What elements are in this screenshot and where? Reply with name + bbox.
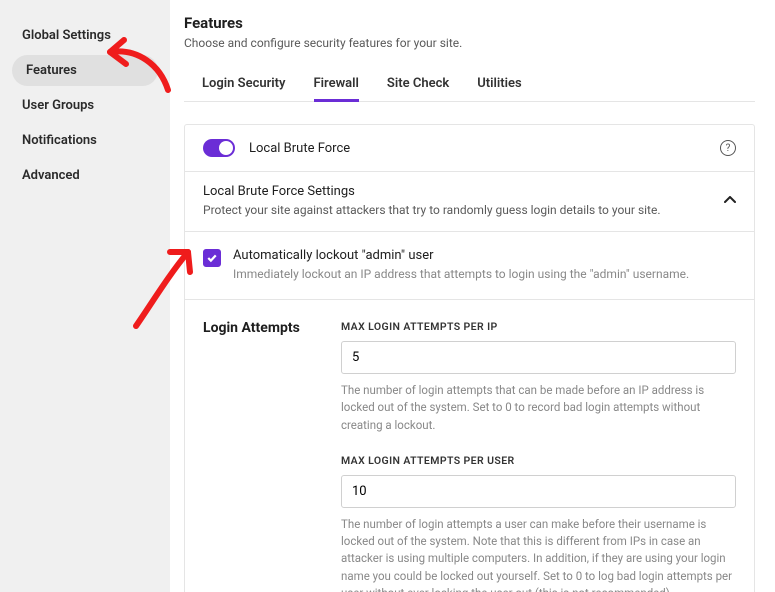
- settings-title: Local Brute Force Settings: [203, 184, 712, 199]
- page-title: Features: [184, 14, 755, 32]
- tab-label: Firewall: [314, 76, 359, 91]
- tab-firewall[interactable]: Firewall: [314, 68, 359, 101]
- feature-tabs: Login Security Firewall Site Check Utili…: [184, 68, 755, 102]
- sidebar-item-notifications[interactable]: Notifications: [0, 123, 170, 158]
- max-attempts-user-input[interactable]: [341, 475, 736, 508]
- page-subtitle: Choose and configure security features f…: [184, 36, 755, 50]
- sidebar-item-label: Advanced: [22, 168, 80, 183]
- settings-desc: Protect your site against attackers that…: [203, 203, 712, 217]
- tab-label: Utilities: [477, 76, 521, 91]
- sidebar-item-global-settings[interactable]: Global Settings: [0, 18, 170, 53]
- settings-header[interactable]: Local Brute Force Settings Protect your …: [185, 171, 754, 232]
- field-help: The number of login attempts a user can …: [341, 516, 736, 592]
- section-title: Login Attempts: [203, 320, 313, 592]
- login-attempts-section: Login Attempts MAX LOGIN ATTEMPTS PER IP…: [185, 299, 754, 592]
- panel-header: Local Brute Force ?: [185, 125, 754, 171]
- field-max-attempts-user: MAX LOGIN ATTEMPTS PER USER The number o…: [341, 454, 736, 592]
- feature-toggle-label: Local Brute Force: [249, 141, 706, 156]
- sidebar-item-features[interactable]: Features: [12, 55, 158, 86]
- tab-login-security[interactable]: Login Security: [202, 68, 286, 101]
- sidebar-item-label: User Groups: [22, 98, 94, 113]
- help-icon[interactable]: ?: [720, 140, 736, 156]
- feature-toggle[interactable]: [203, 139, 235, 157]
- sidebar-item-label: Global Settings: [22, 28, 111, 43]
- tab-label: Login Security: [202, 76, 286, 91]
- field-help: The number of login attempts that can be…: [341, 382, 736, 434]
- sidebar-item-user-groups[interactable]: User Groups: [0, 88, 170, 123]
- main-panel: Features Choose and configure security f…: [170, 0, 775, 592]
- field-label: MAX LOGIN ATTEMPTS PER USER: [341, 454, 736, 467]
- field-label: MAX LOGIN ATTEMPTS PER IP: [341, 320, 736, 333]
- sidebar-item-label: Features: [26, 63, 77, 78]
- sidebar-item-advanced[interactable]: Advanced: [0, 158, 170, 193]
- chevron-up-icon: [724, 193, 736, 208]
- feature-panel: Local Brute Force ? Local Brute Force Se…: [184, 124, 755, 592]
- max-attempts-ip-input[interactable]: [341, 341, 736, 374]
- checkbox-desc: Immediately lockout an IP address that a…: [233, 267, 689, 281]
- tab-site-check[interactable]: Site Check: [387, 68, 449, 101]
- field-max-attempts-ip: MAX LOGIN ATTEMPTS PER IP The number of …: [341, 320, 736, 434]
- sidebar-item-label: Notifications: [22, 133, 97, 148]
- tab-label: Site Check: [387, 76, 449, 91]
- sidebar: Global Settings Features User Groups Not…: [0, 0, 170, 592]
- tab-utilities[interactable]: Utilities: [477, 68, 521, 101]
- auto-lockout-row: Automatically lockout "admin" user Immed…: [185, 232, 754, 299]
- checkbox-label: Automatically lockout "admin" user: [233, 248, 689, 263]
- auto-lockout-checkbox[interactable]: [203, 249, 221, 267]
